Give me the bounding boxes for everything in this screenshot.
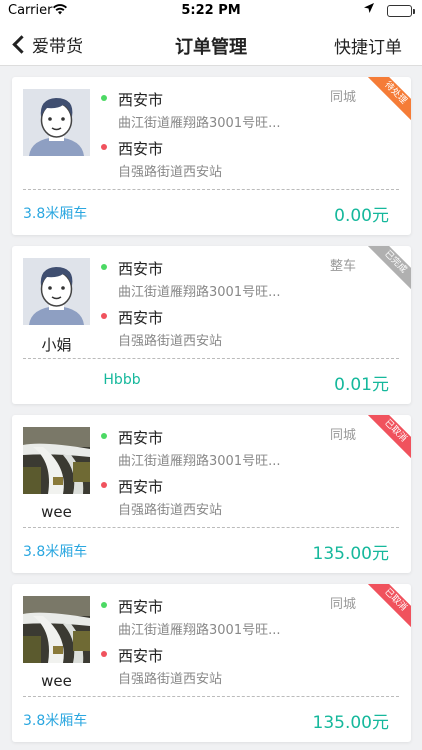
avatar bbox=[23, 258, 90, 325]
vehicle-type: 3.8米厢车 bbox=[23, 713, 88, 729]
destination-address: 自强路街道西安站 bbox=[118, 503, 223, 518]
avatar bbox=[23, 427, 90, 494]
quick-order-button[interactable]: 快捷订单 bbox=[334, 33, 402, 58]
order-type: 同城 bbox=[330, 428, 357, 443]
order-card[interactable]: 小娟 西安市 曲江街道雁翔路3001号旺... 西安市 自强路街道西安站 整车 … bbox=[12, 246, 411, 404]
clock: 5:22 PM bbox=[181, 3, 241, 18]
order-price: 0.01元 bbox=[334, 375, 389, 395]
destination-dot bbox=[101, 313, 107, 319]
origin-address: 曲江街道雁翔路3001号旺... bbox=[118, 285, 281, 300]
location-arrow-icon bbox=[364, 3, 374, 16]
origin-city: 西安市 bbox=[118, 260, 164, 278]
user-name: wee bbox=[41, 503, 72, 521]
destination-city: 西安市 bbox=[118, 309, 164, 327]
destination-city: 西安市 bbox=[118, 647, 164, 665]
origin-dot bbox=[101, 264, 107, 270]
destination-dot bbox=[101, 651, 107, 657]
divider bbox=[23, 527, 399, 528]
order-price: 0.00元 bbox=[334, 206, 389, 226]
back-label: 爱带货 bbox=[32, 36, 83, 57]
vehicle-type: Hbbb bbox=[103, 372, 141, 388]
destination-dot bbox=[101, 144, 107, 150]
status-badge: 已取消 bbox=[367, 584, 411, 629]
vehicle-type: 3.8米厢车 bbox=[23, 206, 88, 222]
origin-address: 曲江街道雁翔路3001号旺... bbox=[118, 116, 281, 131]
vehicle-type: 3.8米厢车 bbox=[23, 544, 88, 560]
divider bbox=[23, 189, 399, 190]
avatar bbox=[23, 89, 90, 156]
origin-city: 西安市 bbox=[118, 598, 164, 616]
origin-dot bbox=[101, 602, 107, 608]
origin-city: 西安市 bbox=[118, 91, 164, 109]
battery-icon bbox=[387, 5, 415, 17]
back-button[interactable]: 爱带货 bbox=[10, 31, 83, 57]
destination-address: 自强路街道西安站 bbox=[118, 334, 223, 349]
status-badge: 待处理 bbox=[367, 77, 411, 122]
divider bbox=[23, 358, 399, 359]
origin-address: 曲江街道雁翔路3001号旺... bbox=[118, 623, 281, 638]
destination-city: 西安市 bbox=[118, 140, 164, 158]
origin-dot bbox=[101, 433, 107, 439]
order-card[interactable]: wee 西安市 曲江街道雁翔路3001号旺... 西安市 自强路街道西安站 同城… bbox=[12, 584, 411, 742]
status-badge: 已取消 bbox=[367, 415, 411, 460]
status-bar: Carrier 5:22 PM bbox=[0, 0, 422, 22]
order-card[interactable]: 西安市 曲江街道雁翔路3001号旺... 西安市 自强路街道西安站 同城 待处理… bbox=[12, 77, 411, 235]
nav-bar: 爱带货 订单管理 快捷订单 bbox=[0, 22, 422, 66]
order-type: 整车 bbox=[330, 259, 357, 274]
chevron-left-icon bbox=[12, 34, 31, 54]
origin-dot bbox=[101, 95, 107, 101]
order-card[interactable]: wee 西安市 曲江街道雁翔路3001号旺... 西安市 自强路街道西安站 同城… bbox=[12, 415, 411, 573]
destination-city: 西安市 bbox=[118, 478, 164, 496]
order-price: 135.00元 bbox=[312, 544, 389, 564]
destination-address: 自强路街道西安站 bbox=[118, 672, 223, 687]
destination-dot bbox=[101, 482, 107, 488]
origin-city: 西安市 bbox=[118, 429, 164, 447]
status-badge: 已完成 bbox=[367, 246, 411, 291]
order-price: 135.00元 bbox=[312, 713, 389, 733]
destination-address: 自强路街道西安站 bbox=[118, 165, 223, 180]
order-type: 同城 bbox=[330, 90, 357, 105]
user-name: 小娟 bbox=[41, 336, 72, 354]
divider bbox=[23, 696, 399, 697]
user-name: wee bbox=[41, 672, 72, 690]
avatar bbox=[23, 596, 90, 663]
origin-address: 曲江街道雁翔路3001号旺... bbox=[118, 454, 281, 469]
order-type: 同城 bbox=[330, 597, 357, 612]
